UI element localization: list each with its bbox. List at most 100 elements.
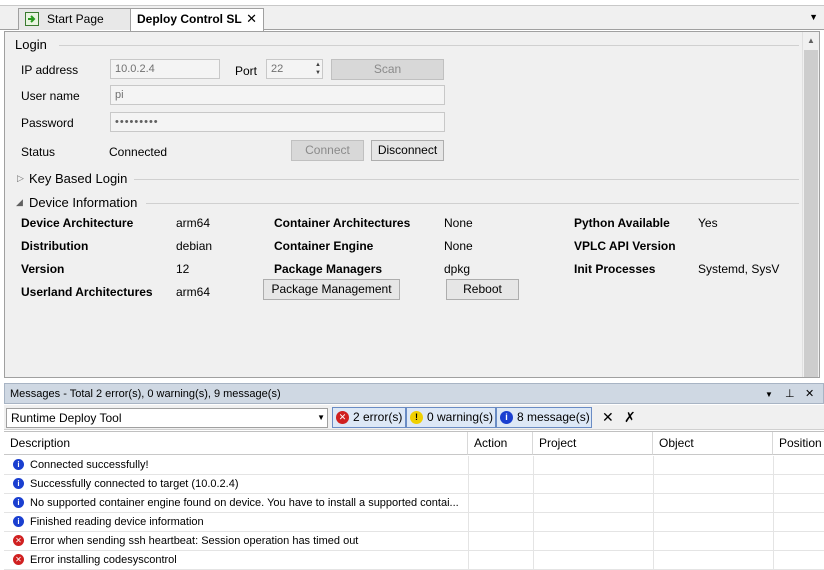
container-architectures-value: None: [444, 216, 473, 230]
column-divider: [653, 532, 654, 551]
table-row[interactable]: i Successfully connected to target (10.0.…: [4, 475, 824, 494]
distribution-label: Distribution: [21, 239, 89, 253]
status-label: Status: [21, 145, 56, 159]
scrollbar-thumb[interactable]: [804, 50, 818, 377]
column-divider: [653, 475, 654, 494]
userland-architectures-label: Userland Architectures: [21, 285, 153, 299]
column-divider: [533, 494, 534, 513]
messages-filter-toggle[interactable]: i 8 message(s): [496, 407, 592, 428]
ip-address-field[interactable]: 10.0.2.4: [110, 59, 220, 79]
distribution-value: debian: [176, 239, 213, 253]
message-description: No supported container engine found on d…: [30, 497, 459, 509]
scroll-up-icon[interactable]: ▲: [807, 36, 815, 45]
login-divider: [59, 45, 799, 46]
table-row[interactable]: ✕ Error installing codesyscontrol: [4, 551, 824, 570]
device-architecture-label: Device Architecture: [21, 216, 134, 230]
column-header-description[interactable]: Description: [4, 432, 468, 455]
info-icon: i: [13, 478, 24, 489]
error-icon: ✕: [13, 554, 24, 565]
python-available-label: Python Available: [574, 216, 670, 230]
reboot-button[interactable]: Reboot: [446, 279, 519, 300]
user-name-label: User name: [21, 89, 80, 103]
messages-panel: Messages - Total 2 error(s), 0 warning(s…: [4, 383, 824, 570]
column-divider: [653, 456, 654, 475]
message-description: Finished reading device information: [30, 516, 204, 528]
status-value: Connected: [109, 145, 168, 159]
table-row[interactable]: ✕ Error when sending ssh heartbeat: Sessi…: [4, 532, 824, 551]
chevron-down-icon[interactable]: ▼: [765, 384, 773, 405]
vplc-api-version-label: VPLC API Version: [574, 239, 676, 253]
messages-grid: Description Action Project Object Positi…: [4, 431, 824, 570]
column-divider: [533, 475, 534, 494]
stepper-arrows-icon[interactable]: ▲ ▼: [315, 61, 321, 77]
message-description: Error installing codesyscontrol: [30, 554, 177, 566]
errors-filter-toggle[interactable]: ✕ 2 error(s): [332, 407, 406, 428]
device-architecture-value: arm64: [176, 216, 211, 230]
message-description: Successfully connected to target (10.0.2…: [30, 478, 239, 490]
table-row[interactable]: i Connected successfully!: [4, 456, 824, 475]
port-value: 22: [271, 63, 284, 75]
column-divider: [468, 551, 469, 570]
password-field[interactable]: •••••••••: [110, 112, 445, 132]
column-header-project[interactable]: Project: [533, 432, 653, 455]
tab-start-page-label: Start Page: [47, 12, 104, 26]
column-divider: [653, 494, 654, 513]
user-name-field[interactable]: pi: [110, 85, 445, 105]
login-section-title: Login: [15, 37, 47, 52]
container-engine-label: Container Engine: [274, 239, 374, 253]
container-architectures-label: Container Architectures: [274, 216, 411, 230]
warnings-filter-toggle[interactable]: ! 0 warning(s): [406, 407, 496, 428]
key-login-divider: [134, 179, 799, 180]
clear-all-icon[interactable]: ✗: [624, 409, 636, 426]
column-header-action[interactable]: Action: [468, 432, 533, 455]
chevron-down-icon[interactable]: ▼: [317, 409, 325, 427]
messages-title-bar: Messages - Total 2 error(s), 0 warning(s…: [4, 383, 824, 404]
message-description: Connected successfully!: [30, 459, 149, 471]
info-icon: i: [13, 497, 24, 508]
column-header-object[interactable]: Object: [653, 432, 773, 455]
column-divider: [533, 532, 534, 551]
message-description: Error when sending ssh heartbeat: Sessio…: [30, 535, 359, 547]
port-stepper[interactable]: 22 ▲ ▼: [266, 59, 323, 79]
messages-toolbar: Runtime Deploy Tool ▼ ✕ 2 error(s) ! 0 w…: [4, 405, 824, 430]
tab-deploy-control-sl[interactable]: Deploy Control SL ✕: [130, 8, 264, 31]
editor-vertical-scrollbar[interactable]: ▲: [802, 32, 819, 377]
package-management-button[interactable]: Package Management: [263, 279, 400, 300]
column-divider: [773, 513, 774, 532]
scan-button[interactable]: Scan: [331, 59, 444, 80]
chevron-down-icon[interactable]: ▼: [809, 12, 818, 22]
close-icon[interactable]: ✕: [246, 9, 257, 29]
info-icon: i: [500, 411, 513, 424]
collapse-triangle-icon[interactable]: ◢: [16, 197, 23, 208]
table-row[interactable]: i Finished reading device information: [4, 513, 824, 532]
column-divider: [773, 456, 774, 475]
start-page-icon: [25, 12, 39, 26]
disconnect-button[interactable]: Disconnect: [371, 140, 444, 161]
expand-triangle-icon[interactable]: ▷: [17, 173, 24, 184]
pin-icon[interactable]: ⊥: [785, 384, 795, 405]
column-divider: [773, 494, 774, 513]
version-value: 12: [176, 262, 190, 276]
table-row[interactable]: i No supported container engine found on …: [4, 494, 824, 513]
warning-icon: !: [410, 411, 423, 424]
column-divider: [773, 532, 774, 551]
port-label: Port: [235, 64, 258, 78]
error-icon: ✕: [336, 411, 349, 424]
python-available-value: Yes: [698, 216, 718, 230]
warnings-filter-label: 0 warning(s): [427, 410, 494, 424]
connect-button[interactable]: Connect: [291, 140, 364, 161]
column-header-position[interactable]: Position: [773, 432, 824, 455]
info-icon: i: [13, 516, 24, 527]
tab-start-page[interactable]: Start Page: [18, 8, 132, 30]
clear-icon[interactable]: ✕: [602, 409, 614, 426]
close-icon[interactable]: ✕: [805, 384, 814, 405]
device-information-title[interactable]: Device Information: [29, 195, 137, 210]
key-based-login-title[interactable]: Key Based Login: [29, 171, 127, 186]
messages-title: Messages - Total 2 error(s), 0 warning(s…: [10, 388, 281, 400]
messages-filter-label: 8 message(s): [517, 410, 590, 424]
column-divider: [468, 513, 469, 532]
column-divider: [468, 532, 469, 551]
init-processes-label: Init Processes: [574, 262, 656, 276]
column-divider: [468, 494, 469, 513]
message-source-dropdown[interactable]: Runtime Deploy Tool ▼: [6, 408, 328, 428]
